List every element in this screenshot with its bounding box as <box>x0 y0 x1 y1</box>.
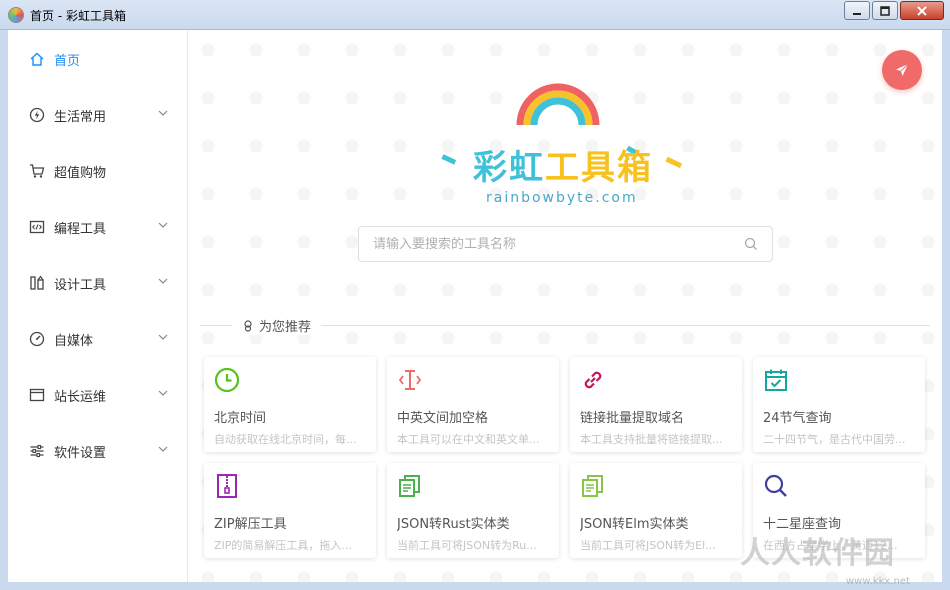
copy-icon <box>582 475 603 497</box>
sliders-icon <box>28 442 46 460</box>
tool-card-cjk-spacing[interactable]: 中英文间加空格 本工具可以在中文和英文单... <box>387 357 559 452</box>
tool-card-name: 24节气查询 <box>763 411 832 426</box>
tool-card-name: 链接批量提取域名 <box>580 411 685 426</box>
maximize-button[interactable] <box>872 1 898 20</box>
chevron-down-icon <box>158 110 168 116</box>
window-titlebar[interactable]: 首页 - 彩虹工具箱 <box>0 0 950 30</box>
window-frame-right <box>942 30 950 590</box>
main-content: 彩虹工具箱 rainbowbyte.com 为您推荐 北京时间 自动获取在线北京… <box>188 30 942 582</box>
tool-card-name: 北京时间 <box>214 411 267 426</box>
section-title: 为您推荐 <box>232 316 322 335</box>
watermark-url: www.kkx.net <box>846 576 910 587</box>
sidebar-item-programming[interactable]: 编程工具 <box>8 207 188 247</box>
copy-icon <box>399 475 420 497</box>
clock-icon <box>214 367 240 393</box>
sidebar-item-home[interactable]: 首页 <box>8 39 188 79</box>
sidebar-item-shopping[interactable]: 超值购物 <box>8 151 188 191</box>
logo-subtitle: rainbowbyte.com <box>486 190 638 206</box>
tool-card-name: ZIP解压工具 <box>214 517 287 532</box>
sidebar-item-label: 站长运维 <box>54 389 107 405</box>
recommend-icon <box>244 319 252 332</box>
logo-title: 彩虹工具箱 <box>473 148 653 188</box>
sidebar-item-life[interactable]: 生活常用 <box>8 95 188 135</box>
zip-file-icon <box>217 474 237 498</box>
tool-card-name: 中英文间加空格 <box>397 411 489 426</box>
search-icon <box>744 237 757 250</box>
maximize-icon <box>880 5 890 16</box>
app-icon <box>8 7 24 23</box>
chevron-down-icon <box>158 390 168 396</box>
search-input[interactable] <box>373 236 744 252</box>
calendar-check-icon <box>765 369 787 391</box>
tool-card-beijing-time[interactable]: 北京时间 自动获取在线北京时间，每... <box>204 357 376 452</box>
tool-card-desc: 当前工具可将JSON转为Ru... <box>397 539 537 552</box>
sidebar-item-label: 超值购物 <box>54 165 107 181</box>
tool-card-desc: 自动获取在线北京时间，每... <box>214 433 357 446</box>
tool-card-desc: ZIP的简易解压工具，拖入... <box>214 539 352 552</box>
sidebar-item-media[interactable]: 自媒体 <box>8 319 188 359</box>
minimize-button[interactable] <box>844 1 870 20</box>
feedback-button[interactable] <box>882 50 922 90</box>
window-icon <box>28 386 46 404</box>
tool-card-desc: 二十四节气，是古代中国劳... <box>763 433 906 446</box>
close-icon <box>917 5 927 16</box>
window-title: 首页 - 彩虹工具箱 <box>30 9 126 23</box>
sidebar-item-label: 编程工具 <box>54 221 107 237</box>
sidebar-item-label: 生活常用 <box>54 109 107 125</box>
sidebar-item-label: 首页 <box>54 53 81 69</box>
paper-plane-icon <box>896 63 909 76</box>
design-icon <box>28 274 46 292</box>
sidebar-item-label: 软件设置 <box>54 445 107 461</box>
tool-card-json-elm[interactable]: JSON转Elm实体类 当前工具可将JSON转为El... <box>570 463 742 558</box>
sidebar-item-label: 设计工具 <box>54 277 107 293</box>
link-icon <box>584 371 602 389</box>
close-button[interactable] <box>900 1 944 20</box>
sidebar-item-webmaster[interactable]: 站长运维 <box>8 375 188 415</box>
chevron-down-icon <box>158 334 168 340</box>
window-frame-left <box>0 30 8 590</box>
lightning-icon <box>28 106 46 124</box>
tool-card-name: JSON转Elm实体类 <box>580 517 689 532</box>
window-frame-bottom <box>0 582 950 590</box>
tool-card-name: JSON转Rust实体类 <box>397 517 510 532</box>
tool-card-desc: 本工具可以在中文和英文单... <box>397 433 540 446</box>
gauge-icon <box>28 330 46 348</box>
cart-icon <box>28 162 46 180</box>
search-box[interactable] <box>358 226 773 262</box>
tool-card-desc: 本工具支持批量将链接提取... <box>580 433 723 446</box>
tool-card-desc: 当前工具可将JSON转为El... <box>580 539 716 552</box>
sidebar-item-settings[interactable]: 软件设置 <box>8 431 188 471</box>
minimize-icon <box>853 12 861 15</box>
tool-card-json-rust[interactable]: JSON转Rust实体类 当前工具可将JSON转为Ru... <box>387 463 559 558</box>
watermark: 人人软件园 <box>740 536 895 571</box>
sidebar-item-design[interactable]: 设计工具 <box>8 263 188 303</box>
code-icon <box>28 218 46 236</box>
client-area: 首页 生活常用 超值购物 编程工具 设计工具 自媒体 站长运维 软件设置 彩虹工… <box>8 30 942 582</box>
chevron-down-icon <box>158 446 168 452</box>
home-icon <box>28 50 46 68</box>
tool-card-solar-terms[interactable]: 24节气查询 二十四节气，是古代中国劳... <box>753 357 925 452</box>
search-icon <box>764 474 787 497</box>
tool-card-zip[interactable]: ZIP解压工具 ZIP的简易解压工具，拖入... <box>204 463 376 558</box>
window-controls <box>842 1 944 20</box>
chevron-down-icon <box>158 222 168 228</box>
sidebar-item-label: 自媒体 <box>54 333 94 349</box>
tool-card-link-domain[interactable]: 链接批量提取域名 本工具支持批量将链接提取... <box>570 357 742 452</box>
sidebar: 首页 生活常用 超值购物 编程工具 设计工具 自媒体 站长运维 软件设置 <box>8 30 188 582</box>
chevron-down-icon <box>158 278 168 284</box>
text-cursor-icon <box>398 370 422 390</box>
